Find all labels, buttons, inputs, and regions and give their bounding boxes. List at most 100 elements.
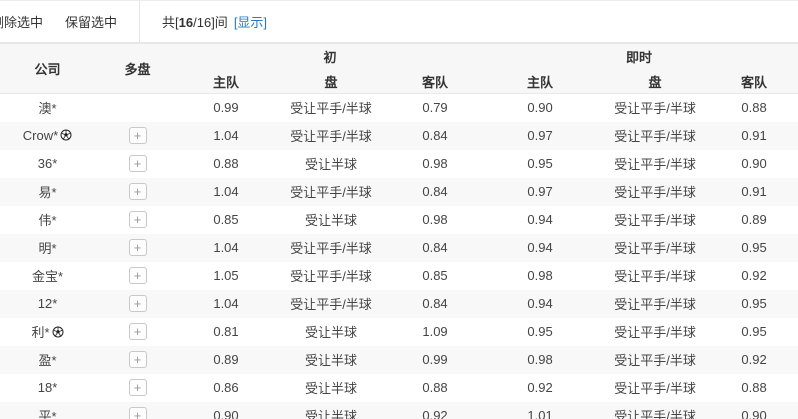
initial-handicap: 受让半球	[304, 157, 357, 172]
multi-cell: +	[95, 374, 180, 402]
initial-handicap: 受让半球	[304, 381, 357, 396]
expand-odds-button[interactable]: +	[128, 295, 147, 312]
live-handicap: 受让平手/半球	[614, 241, 696, 256]
table-row: 澳* + 0.99 受让平手/半球 0.79 0.90 受让平手/半球 0.88	[0, 94, 798, 122]
company-cell: 18*	[0, 374, 95, 402]
toolbar-divider	[139, 0, 141, 43]
live-away-odds: 0.89	[741, 212, 767, 227]
header-initial-home: 主队	[180, 69, 272, 94]
initial-handicap: 受让半球	[304, 409, 357, 419]
live-handicap: 受让平手/半球	[614, 325, 696, 340]
live-home-odds: 0.97	[527, 128, 553, 143]
company-cell: 平*	[0, 402, 95, 419]
multi-cell: +	[95, 318, 180, 346]
multi-cell: +	[95, 262, 180, 290]
table-body: 澳* + 0.99 受让平手/半球 0.79 0.90 受让平手/半球 0.88…	[0, 94, 798, 419]
live-home-odds: 0.95	[527, 324, 553, 339]
company-cell: 伟*	[0, 206, 95, 234]
multi-cell: +	[95, 178, 180, 206]
expand-odds-button[interactable]: +	[128, 239, 147, 256]
company-name: 18*	[37, 380, 58, 395]
toolbar: 删除选中 保留选中 共[16/16]间 [显示]	[0, 0, 798, 43]
live-away-odds: 0.92	[741, 352, 767, 367]
expand-odds-button[interactable]: +	[128, 323, 147, 340]
table-row: 盈* + 0.89 受让半球 0.99 0.98 受让平手/半球 0.92	[0, 345, 798, 374]
expand-odds-button[interactable]: +	[128, 155, 147, 172]
initial-away-odds: 0.98	[422, 156, 448, 171]
company-name: 平*	[38, 409, 57, 419]
initial-handicap: 受让半球	[304, 353, 357, 368]
initial-away-odds: 0.85	[422, 268, 448, 283]
live-away-odds: 0.92	[741, 268, 767, 283]
initial-home-odds: 1.04	[213, 240, 239, 255]
initial-away-odds: 0.84	[422, 296, 448, 311]
live-handicap: 受让平手/半球	[614, 297, 696, 312]
company-cell: Crow*	[0, 122, 95, 150]
table-row: 12* + 1.04 受让平手/半球 0.84 0.94 受让平手/半球 0.9…	[0, 289, 798, 318]
header-company: 公司	[0, 43, 95, 94]
live-away-odds: 0.88	[741, 100, 767, 116]
company-name: 明*	[38, 241, 57, 256]
expand-odds-button[interactable]: +	[128, 267, 147, 284]
initial-handicap: 受让平手/半球	[290, 101, 372, 117]
initial-away-odds: 0.84	[422, 184, 448, 199]
initial-handicap: 受让平手/半球	[290, 297, 372, 312]
live-home-odds: 0.90	[527, 100, 553, 116]
initial-home-odds: 0.90	[213, 408, 239, 419]
live-away-odds: 0.90	[741, 408, 767, 419]
count-suffix: /16]间	[193, 15, 228, 30]
company-name: 金宝*	[31, 269, 64, 284]
live-away-odds: 0.95	[741, 296, 767, 311]
initial-home-odds: 1.04	[213, 296, 239, 311]
header-initial-away: 客队	[390, 69, 481, 94]
multi-cell: +	[95, 234, 180, 262]
initial-away-odds: 0.79	[422, 100, 448, 116]
expand-odds-button[interactable]: +	[128, 407, 147, 419]
company-name: 利*	[31, 325, 50, 340]
live-handicap: 受让平手/半球	[614, 213, 696, 228]
live-handicap: 受让平手/半球	[614, 101, 696, 117]
odds-table: 公司 多盘 初 即时 主队 盘 客队 主队 盘 客队 澳* + 0.99 受让平…	[0, 43, 798, 419]
live-home-odds: 0.94	[527, 296, 553, 311]
show-link[interactable]: [显示]	[234, 12, 267, 31]
delete-selected-button[interactable]: 删除选中	[0, 12, 43, 31]
live-home-odds: 0.95	[527, 156, 553, 171]
initial-away-odds: 0.98	[422, 212, 448, 227]
initial-home-odds: 0.85	[213, 212, 239, 227]
initial-handicap: 受让半球	[304, 325, 357, 340]
table-row: 伟* + 0.85 受让半球 0.98 0.94 受让平手/半球 0.89	[0, 206, 798, 234]
initial-handicap: 受让平手/半球	[290, 241, 372, 256]
initial-home-odds: 0.99	[213, 100, 239, 116]
table-row: 利* + 0.81 受让半球 1.09 0.95 受让平手/半球 0.95	[0, 318, 798, 346]
live-away-odds: 0.95	[741, 240, 767, 255]
company-cell: 明*	[0, 234, 95, 262]
live-handicap: 受让平手/半球	[614, 129, 696, 144]
odds-comparison-page: 删除选中 保留选中 共[16/16]间 [显示] 公司 多盘 初 即时 主队 盘…	[0, 0, 798, 419]
soccer-ball-icon	[60, 129, 72, 144]
expand-odds-button[interactable]: +	[128, 379, 147, 396]
company-cell: 36*	[0, 150, 95, 178]
multi-cell: +	[95, 122, 180, 150]
live-away-odds: 0.91	[741, 184, 767, 199]
expand-odds-button[interactable]: +	[128, 351, 147, 368]
company-name: 澳*	[38, 101, 57, 117]
expand-odds-button[interactable]: +	[128, 183, 147, 200]
initial-home-odds: 1.04	[213, 184, 239, 199]
soccer-ball-icon	[52, 326, 64, 341]
initial-away-odds: 1.09	[422, 324, 448, 339]
header-live-home: 主队	[480, 69, 601, 94]
expand-odds-button[interactable]: +	[128, 127, 147, 144]
live-home-odds: 0.98	[527, 352, 553, 367]
company-name: 12*	[37, 296, 58, 311]
expand-odds-button[interactable]: +	[128, 211, 147, 228]
initial-away-odds: 0.84	[422, 240, 448, 255]
live-away-odds: 0.90	[741, 156, 767, 171]
header-live-group: 即时	[480, 43, 798, 70]
keep-selected-button[interactable]: 保留选中	[65, 12, 117, 31]
live-handicap: 受让平手/半球	[614, 157, 696, 172]
header-initial-group: 初	[180, 43, 481, 70]
initial-home-odds: 0.89	[213, 352, 239, 367]
table-row: Crow* + 1.04 受让平手/半球 0.84 0.97 受让平手/半球 0…	[0, 121, 798, 150]
initial-away-odds: 0.92	[422, 408, 448, 419]
header-live-away: 客队	[710, 69, 798, 94]
